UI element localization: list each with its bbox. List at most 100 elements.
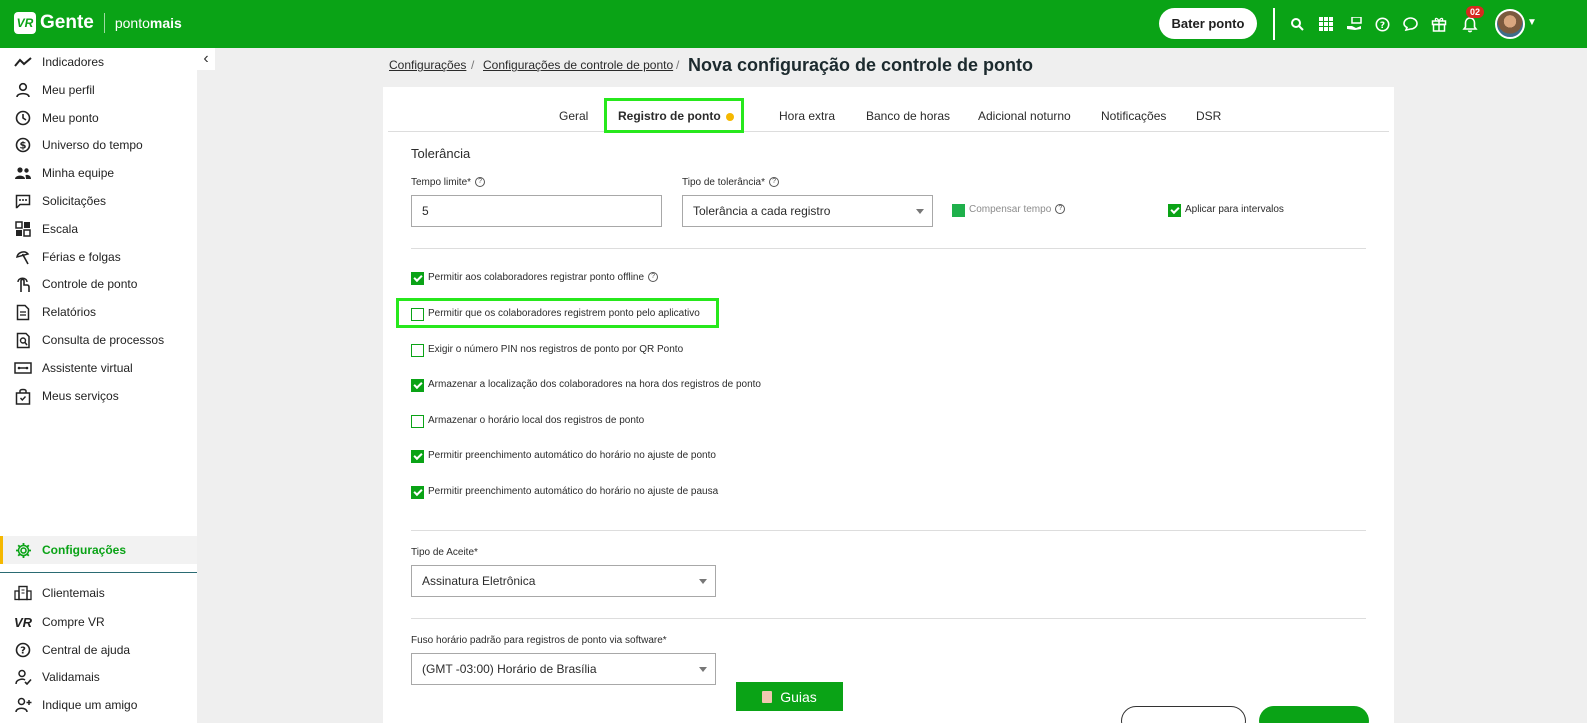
sidebar-item-compre-vr[interactable]: VR Compre VR bbox=[0, 608, 197, 636]
sidebar-item-meu-perfil[interactable]: Meu perfil bbox=[0, 76, 197, 104]
tempo-limite-value: 5 bbox=[422, 204, 429, 218]
tipo-aceite-value: Assinatura Eletrônica bbox=[422, 574, 536, 588]
sidebar-item-label: Meus serviços bbox=[42, 389, 119, 403]
option-horario-local-label: Armazenar o horário local dos registros … bbox=[428, 415, 645, 426]
bot-icon bbox=[14, 359, 32, 377]
search-icon[interactable] bbox=[1287, 14, 1307, 34]
sidebar-item-meus-servicos[interactable]: Meus serviços bbox=[0, 382, 197, 410]
option-offline-checkbox[interactable] bbox=[411, 272, 424, 285]
tab-dsr[interactable]: DSR bbox=[1196, 109, 1221, 123]
help-icon[interactable]: ? bbox=[1055, 204, 1066, 215]
tab-highlight-box bbox=[604, 98, 744, 133]
svg-text:?: ? bbox=[20, 646, 26, 657]
option-localizacao-checkbox[interactable] bbox=[411, 379, 424, 392]
section-divider bbox=[411, 618, 1366, 619]
sidebar-item-minha-equipe[interactable]: Minha equipe bbox=[0, 159, 197, 187]
sidebar-item-meu-ponto[interactable]: Meu ponto bbox=[0, 104, 197, 132]
compensar-tempo-checkbox[interactable] bbox=[952, 204, 965, 217]
gift-icon[interactable] bbox=[1429, 14, 1449, 34]
tab-notificacoes[interactable]: Notificações bbox=[1101, 109, 1166, 123]
option-highlight-box bbox=[396, 298, 719, 328]
option-pin-checkbox[interactable] bbox=[411, 344, 424, 357]
sidebar-item-label: Configurações bbox=[42, 543, 127, 557]
section-divider bbox=[411, 530, 1366, 531]
option-horario-local-checkbox[interactable] bbox=[411, 415, 424, 428]
sidebar-item-label: Universo do tempo bbox=[42, 138, 143, 152]
bag-icon bbox=[14, 387, 32, 405]
collapse-sidebar-icon[interactable]: ‹ bbox=[197, 48, 215, 70]
breadcrumb-configuracoes[interactable]: Configurações bbox=[389, 58, 466, 72]
apps-grid-icon[interactable] bbox=[1316, 14, 1336, 34]
aplicar-intervalos-label: Aplicar para intervalos bbox=[1185, 204, 1284, 215]
sidebar-item-ferias-e-folgas[interactable]: Férias e folgas bbox=[0, 243, 197, 271]
option-ajuste-ponto-checkbox[interactable] bbox=[411, 450, 424, 463]
sidebar-item-label: Solicitações bbox=[42, 194, 107, 208]
tab-geral[interactable]: Geral bbox=[559, 109, 588, 123]
tab-hora-extra[interactable]: Hora extra bbox=[779, 109, 835, 123]
top-bar: VR Gente pontomais Bater ponto ? 02 ▼ bbox=[0, 0, 1587, 48]
option-offline-label: Permitir aos colaboradores registrar pon… bbox=[428, 272, 659, 283]
aplicar-intervalos-checkbox[interactable] bbox=[1168, 204, 1181, 217]
chevron-down-icon[interactable]: ▼ bbox=[1527, 17, 1537, 28]
user-check-icon bbox=[14, 668, 32, 686]
sidebar-item-clientemais[interactable]: Clientemais bbox=[0, 579, 197, 607]
tempo-limite-input[interactable]: 5 bbox=[411, 195, 662, 227]
chevron-down-icon bbox=[699, 667, 707, 672]
topbar-divider bbox=[1273, 8, 1275, 40]
sidebar-item-assistente-virtual[interactable]: Assistente virtual bbox=[0, 354, 197, 382]
tipo-tolerancia-select[interactable]: Tolerância a cada registro bbox=[682, 195, 933, 227]
sidebar-item-label: Clientemais bbox=[42, 586, 105, 600]
sidebar-item-label: Compre VR bbox=[42, 615, 105, 629]
sidebar-item-indicadores[interactable]: Indicadores bbox=[0, 48, 197, 76]
cancel-button[interactable] bbox=[1121, 706, 1246, 723]
section-divider bbox=[411, 248, 1366, 249]
gear-icon bbox=[14, 541, 32, 559]
tab-banco-de-horas[interactable]: Banco de horas bbox=[866, 109, 950, 123]
sidebar-item-validamais[interactable]: Validamais bbox=[0, 663, 197, 691]
sidebar-item-consulta-de-processos[interactable]: Consulta de processos bbox=[0, 326, 197, 354]
sidebar-item-label: Central de ajuda bbox=[42, 643, 131, 657]
help-icon[interactable]: ? bbox=[648, 272, 659, 283]
sidebar-item-label: Meu perfil bbox=[42, 83, 95, 97]
chat-icon[interactable] bbox=[1400, 14, 1420, 34]
sidebar-item-label: Meu ponto bbox=[42, 111, 99, 125]
option-ajuste-pausa-checkbox[interactable] bbox=[411, 486, 424, 499]
sidebar-item-solicitacoes[interactable]: Solicitações bbox=[0, 187, 197, 215]
document-icon bbox=[762, 690, 773, 703]
brand-logo[interactable]: VR Gente pontomais bbox=[14, 12, 182, 34]
help-icon[interactable]: ? bbox=[1372, 14, 1392, 34]
sidebar-item-indique-um-amigo[interactable]: Indique um amigo bbox=[0, 691, 197, 719]
tipo-aceite-label: Tipo de Aceite* bbox=[411, 547, 478, 558]
search-document-icon bbox=[14, 331, 32, 349]
option-pin-label: Exigir o número PIN nos registros de pon… bbox=[428, 344, 684, 355]
settings-panel bbox=[383, 87, 1394, 723]
avatar[interactable] bbox=[1495, 9, 1525, 39]
tipo-aceite-select[interactable]: Assinatura Eletrônica bbox=[411, 565, 716, 597]
tab-adicional-noturno[interactable]: Adicional noturno bbox=[978, 109, 1071, 123]
sidebar-item-configuracoes[interactable]: Configurações bbox=[0, 536, 197, 564]
sidebar-item-label: Minha equipe bbox=[42, 166, 115, 180]
help-icon[interactable]: ? bbox=[769, 177, 780, 188]
save-button[interactable] bbox=[1259, 706, 1369, 723]
fuso-horario-select[interactable]: (GMT -03:00) Horário de Brasília bbox=[411, 653, 716, 685]
sidebar-item-label: Indicadores bbox=[42, 55, 105, 69]
sidebar-item-universo-do-tempo[interactable]: $ Universo do tempo bbox=[0, 131, 197, 159]
breadcrumb-separator: / bbox=[676, 58, 680, 72]
option-localizacao-label: Armazenar a localização dos colaboradore… bbox=[428, 379, 761, 390]
hand-money-icon[interactable] bbox=[1344, 14, 1364, 34]
breadcrumb-configuracoes-controle[interactable]: Configurações de controle de ponto bbox=[483, 58, 673, 72]
sidebar-item-relatorios[interactable]: Relatórios bbox=[0, 298, 197, 326]
guias-button[interactable]: Guias bbox=[735, 681, 844, 712]
sidebar-item-controle-de-ponto[interactable]: Controle de ponto bbox=[0, 270, 197, 298]
sidebar-item-label: Consulta de processos bbox=[42, 333, 165, 347]
tipo-tolerancia-label-text: Tipo de tolerância* bbox=[682, 177, 766, 188]
sidebar-item-label: Relatórios bbox=[42, 305, 97, 319]
bater-ponto-button[interactable]: Bater ponto bbox=[1159, 8, 1257, 39]
sidebar-item-label: Férias e folgas bbox=[42, 250, 121, 264]
sidebar-item-central-de-ajuda[interactable]: ? Central de ajuda bbox=[0, 636, 197, 664]
help-icon[interactable]: ? bbox=[475, 177, 486, 188]
sidebar-item-escala[interactable]: Escala bbox=[0, 215, 197, 243]
sidebar-item-label: Assistente virtual bbox=[42, 361, 133, 375]
compensar-tempo-text: Compensar tempo bbox=[969, 204, 1052, 215]
tabs-divider bbox=[388, 131, 1389, 132]
